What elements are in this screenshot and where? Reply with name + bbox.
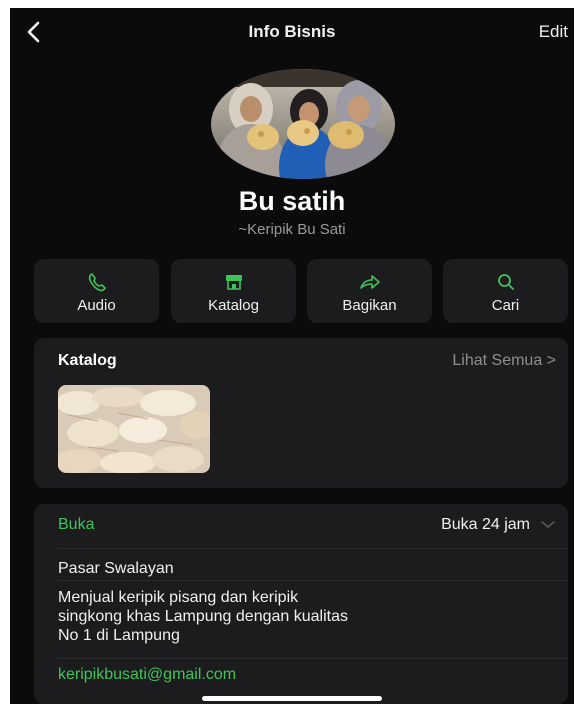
description-line: No 1 di Lampung	[58, 627, 180, 644]
description-line: singkong khas Lampung dengan kualitas	[58, 608, 348, 625]
catalog-label: Katalog	[208, 297, 259, 314]
share-button[interactable]: Bagikan	[307, 259, 432, 323]
catalog-item-thumbnail[interactable]	[58, 385, 210, 473]
hours-status: Buka	[58, 516, 95, 533]
storefront-icon	[225, 275, 242, 290]
catalog-card: Katalog Lihat Semua >	[34, 338, 568, 488]
phone-icon	[88, 273, 106, 292]
share-arrow-icon	[359, 275, 380, 289]
search-label: Cari	[491, 297, 520, 314]
business-name: Bu satih	[238, 186, 346, 216]
email-link[interactable]: keripikbusati@gmail.com	[58, 666, 236, 684]
description-line: Menjual keripik pisang dan keripik	[58, 589, 299, 606]
business-subtitle: ~Keripik Bu Sati	[238, 221, 346, 238]
business-info-screen: Info Bisnis Edit Bu satih ~Keripik Bu Sa…	[10, 8, 574, 704]
hours-value: Buka 24 jam	[441, 516, 530, 533]
audio-label: Audio	[77, 297, 116, 314]
catalog-title: Katalog	[58, 352, 117, 369]
page-title: Info Bisnis	[248, 22, 336, 41]
catalog-button[interactable]: Katalog	[171, 259, 296, 323]
business-details-card: Buka Buka 24 jam Pasar Swalayan Menjual …	[34, 504, 568, 704]
chevron-down-icon	[540, 516, 556, 532]
chips-photo	[58, 385, 210, 473]
avatar-photo	[211, 69, 395, 179]
business-description: Menjual keripik pisang dan keripik singk…	[58, 588, 538, 645]
search-button[interactable]: Cari	[443, 259, 568, 323]
search-icon	[497, 274, 514, 290]
share-label: Bagikan	[342, 297, 397, 314]
hours-row[interactable]: Buka Buka 24 jam	[58, 504, 568, 549]
action-buttons: Audio Katalog Bagikan Cari	[34, 259, 568, 323]
avatar[interactable]	[211, 69, 395, 179]
home-indicator[interactable]	[202, 696, 382, 701]
navigation-bar: Info Bisnis Edit	[10, 8, 574, 56]
business-category: Pasar Swalayan	[58, 560, 174, 577]
edit-button[interactable]: Edit	[539, 22, 568, 42]
see-all-link[interactable]: Lihat Semua >	[452, 352, 556, 370]
audio-call-button[interactable]: Audio	[34, 259, 159, 323]
